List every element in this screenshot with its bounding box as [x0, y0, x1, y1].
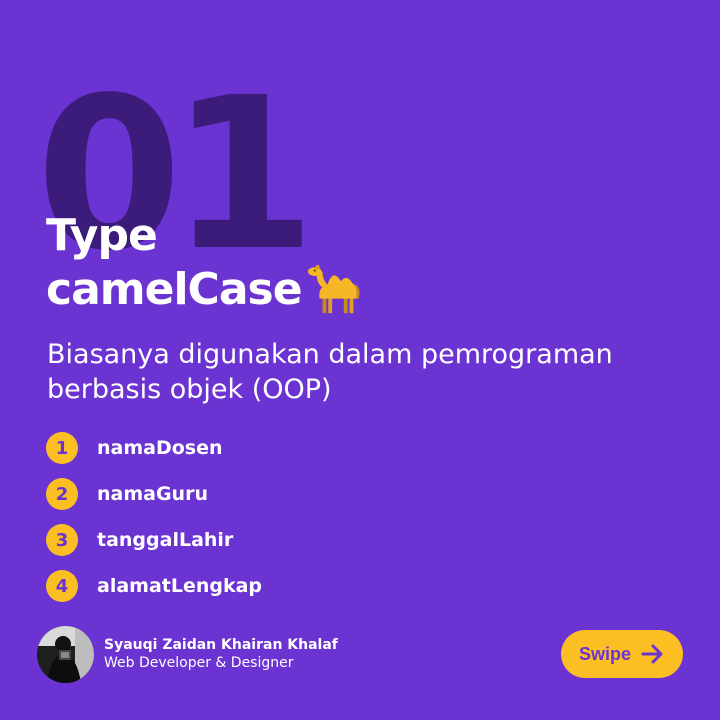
author-text: Syauqi Zaidan Khairan Khalaf Web Develop… [104, 636, 338, 673]
example-label: namaGuru [97, 483, 208, 505]
list-item: 4 alamatLengkap [46, 570, 262, 602]
number-badge: 1 [46, 432, 78, 464]
camel-icon [307, 264, 360, 314]
slide-title: Type camelCase [46, 212, 368, 318]
author-name: Syauqi Zaidan Khairan Khalaf [104, 637, 338, 653]
number-badge: 2 [46, 478, 78, 510]
avatar-photo-icon [37, 626, 94, 683]
list-item: 2 namaGuru [46, 478, 262, 510]
example-label: namaDosen [97, 437, 223, 459]
subtitle: Biasanya digunakan dalam pemrograman ber… [47, 339, 613, 405]
title-line-type: Type [46, 210, 158, 261]
number-badge: 4 [46, 570, 78, 602]
author-role: Web Developer & Designer [104, 655, 294, 671]
author-block: Syauqi Zaidan Khairan Khalaf Web Develop… [37, 626, 338, 683]
swipe-button[interactable]: Swipe [561, 630, 683, 678]
list-item: 1 namaDosen [46, 432, 262, 464]
swipe-label: Swipe [578, 643, 631, 664]
examples-list: 1 namaDosen 2 namaGuru 3 tanggalLahir 4 … [46, 432, 262, 616]
number-badge: 3 [46, 524, 78, 556]
example-label: tanggalLahir [97, 529, 234, 551]
example-label: alamatLengkap [97, 575, 263, 597]
avatar [37, 626, 94, 683]
list-item: 3 tanggalLahir [46, 524, 262, 556]
title-line-camelcase-row: camelCase [46, 260, 368, 318]
arrow-right-icon [641, 644, 663, 664]
title-line-camelcase: camelCase [46, 264, 303, 315]
slide-card: 01 Type camelCase Biasanya digunakan dal [0, 0, 720, 720]
